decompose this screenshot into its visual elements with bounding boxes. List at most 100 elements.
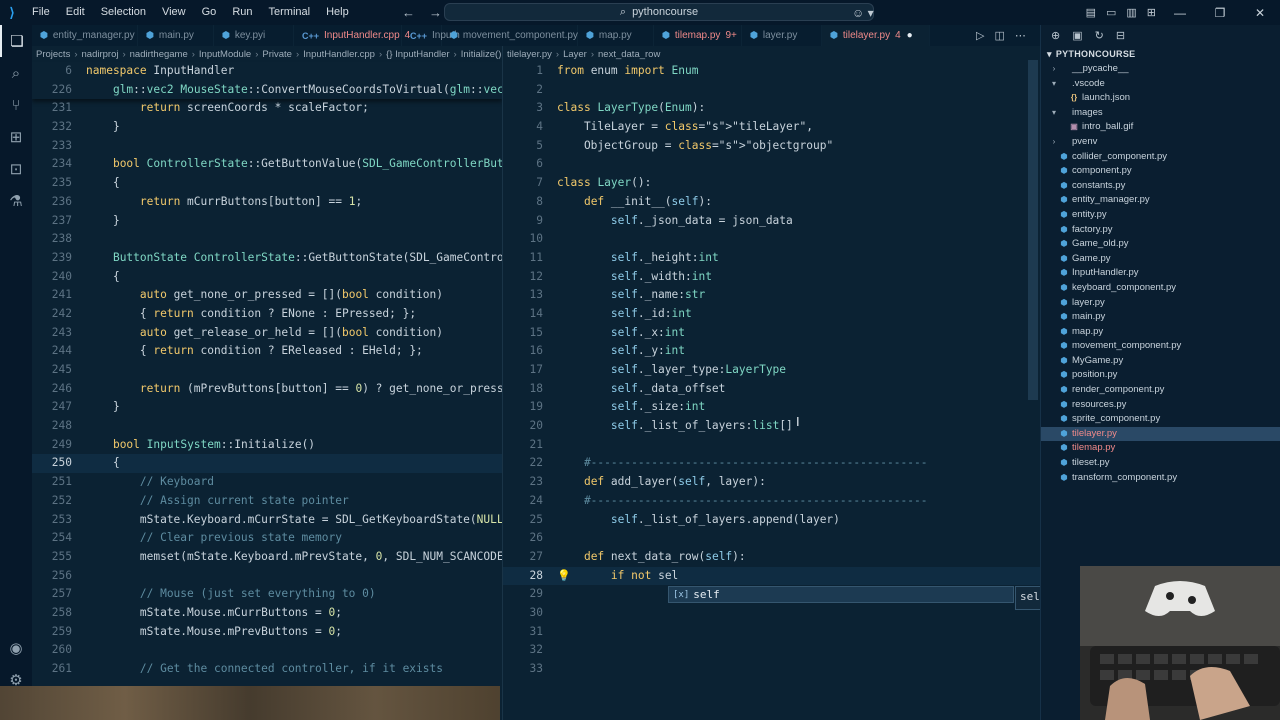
code-line[interactable]: 11 self._height:int <box>503 249 1040 268</box>
remote-explorer-icon[interactable]: ⊡ <box>0 153 32 185</box>
breadcrumb-item[interactable]: {} InputHandler <box>386 49 449 60</box>
toggle-panel-icon[interactable]: ▭ <box>1106 6 1116 19</box>
code-line[interactable]: 250 { <box>32 454 502 474</box>
code-line[interactable]: 252 // Assign current state pointer <box>32 492 502 511</box>
breadcrumb-item[interactable]: Private <box>262 49 292 60</box>
folder-item[interactable]: ▾ .vscode <box>1041 77 1280 92</box>
menu-item-file[interactable]: File <box>24 0 58 25</box>
code-line[interactable]: 243 auto get_release_or_held = [](bool c… <box>32 324 502 343</box>
close-icon[interactable]: ✕ <box>1240 0 1280 25</box>
code-line[interactable]: 236 return mCurrButtons[button] == 1; <box>32 193 502 212</box>
file-item[interactable]: ⬢ position.py <box>1041 368 1280 383</box>
code-line[interactable]: 13 self._name:str <box>503 286 1040 305</box>
lightbulb-icon[interactable]: 💡 <box>557 567 571 586</box>
menu-item-help[interactable]: Help <box>318 0 357 25</box>
code-line[interactable]: 247 } <box>32 398 502 417</box>
more-actions-icon[interactable]: ⋯ <box>1015 29 1026 42</box>
tab-layer-py[interactable]: ⬢ layer.py <box>742 25 822 46</box>
code-line[interactable]: 20 self._list_of_layers:list[] <box>503 417 1040 436</box>
file-item[interactable]: ⬢ transform_component.py <box>1041 471 1280 486</box>
left-editor-group[interactable]: Projects › nadirproj › nadirthegame › InputMod… <box>32 46 502 720</box>
file-item[interactable]: ⬢ keyboard_component.py <box>1041 281 1280 296</box>
menu-item-selection[interactable]: Selection <box>93 0 154 25</box>
code-line[interactable]: 14 self._id:int <box>503 305 1040 324</box>
account-icon[interactable]: ◉ <box>0 632 32 664</box>
breadcrumb-item[interactable]: InputModule <box>199 49 251 60</box>
source-control-icon[interactable]: ⑂ <box>0 89 32 121</box>
code-line[interactable]: 12 self._width:int <box>503 268 1040 287</box>
code-line[interactable]: 18 self._data_offset <box>503 380 1040 399</box>
folder-item[interactable]: › __pycache__ <box>1041 62 1280 77</box>
code-line[interactable]: 17 self._layer_type:LayerType <box>503 361 1040 380</box>
code-line[interactable]: 239 ButtonState ControllerState::GetButt… <box>32 249 502 268</box>
unsaved-dot-icon[interactable]: ● <box>907 30 913 41</box>
file-item[interactable]: ⬢ render_component.py <box>1041 383 1280 398</box>
file-item[interactable]: ⬢ movement_component.py <box>1041 339 1280 354</box>
file-item[interactable]: ⬢ InputHandler.py <box>1041 266 1280 281</box>
code-line[interactable]: 25 self._list_of_layers.append(layer) <box>503 511 1040 530</box>
file-item[interactable]: ⬢ Game_old.py <box>1041 237 1280 252</box>
code-line[interactable]: 260 <box>32 641 502 660</box>
folder-item[interactable]: › pvenv <box>1041 135 1280 150</box>
file-item[interactable]: ⬢ main.py <box>1041 310 1280 325</box>
testing-icon[interactable]: ⚗ <box>0 185 32 217</box>
folder-item[interactable]: ▾ images <box>1041 106 1280 121</box>
code-line[interactable]: 6 <box>503 155 1040 174</box>
code-line[interactable]: 235 { <box>32 174 502 193</box>
code-line[interactable]: 6 namespace InputHandler <box>32 62 502 81</box>
file-item[interactable]: ⬢ resources.py <box>1041 398 1280 413</box>
breadcrumb-item[interactable]: InputHandler.cpp <box>303 49 375 60</box>
tab-main-py[interactable]: ⬢ main.py <box>138 25 214 46</box>
code-line[interactable]: 10 <box>503 230 1040 249</box>
file-item[interactable]: ⬢ entity_manager.py <box>1041 193 1280 208</box>
code-line[interactable]: 24 #------------------------------------… <box>503 492 1040 511</box>
code-line[interactable]: 1 from enum import Enum <box>503 62 1040 81</box>
file-item[interactable]: ⬢ sprite_component.py <box>1041 412 1280 427</box>
code-line[interactable]: 249 bool InputSystem::Initialize() <box>32 436 502 455</box>
collapse-all-icon[interactable]: ⊟ <box>1116 29 1125 42</box>
code-line[interactable]: 2 <box>503 81 1040 100</box>
code-line[interactable]: 32 <box>503 641 1040 660</box>
tab-movement-component-py[interactable]: ⬢ movement_component.py <box>442 25 578 46</box>
command-center[interactable]: ⌕ pythoncourse <box>444 3 874 21</box>
extensions-icon[interactable]: ⊞ <box>0 121 32 153</box>
code-line[interactable]: 251 // Keyboard <box>32 473 502 492</box>
tab-tilelayer-py[interactable]: ⬢ tilelayer.py 4 ● <box>822 25 930 46</box>
file-item[interactable]: ⬢ entity.py <box>1041 208 1280 223</box>
tab-entity-manager-py[interactable]: ⬢ entity_manager.py <box>32 25 138 46</box>
code-line[interactable]: 15 self._x:int <box>503 324 1040 343</box>
code-line[interactable]: 26 <box>503 529 1040 548</box>
menu-item-terminal[interactable]: Terminal <box>261 0 319 25</box>
menu-item-run[interactable]: Run <box>224 0 260 25</box>
code-line[interactable]: 4 TileLayer = class="s">"tileLayer", <box>503 118 1040 137</box>
breadcrumb-item[interactable]: next_data_row <box>598 49 660 60</box>
explorer-root[interactable]: ▾ PYTHONCOURSE <box>1041 46 1280 62</box>
menu-item-edit[interactable]: Edit <box>58 0 93 25</box>
code-line[interactable]: 238 <box>32 230 502 249</box>
file-item[interactable]: {} launch.json <box>1041 91 1280 106</box>
code-line[interactable]: 259 mState.Mouse.mPrevButtons = 0; <box>32 623 502 642</box>
tab-key-pyi[interactable]: ⬢ key.pyi <box>214 25 294 46</box>
breadcrumb-item[interactable]: Projects <box>36 49 70 60</box>
right-editor-group[interactable]: tilelayer.py › Layer › next_data_row 1 from e… <box>502 46 1040 720</box>
code-line[interactable]: 30 <box>503 604 1040 623</box>
code-line[interactable]: 21 <box>503 436 1040 455</box>
code-line[interactable]: 28 if not sel 💡 <box>503 566 1040 586</box>
file-item[interactable]: ⬢ collider_component.py <box>1041 150 1280 165</box>
minimize-icon[interactable]: — <box>1160 0 1200 25</box>
menu-item-go[interactable]: Go <box>194 0 225 25</box>
code-line[interactable]: 245 <box>32 361 502 380</box>
code-line[interactable]: 246 return (mPrevButtons[button] == 0) ?… <box>32 380 502 399</box>
code-line[interactable]: 231 return screenCoords * scaleFactor; <box>32 99 502 118</box>
menu-item-view[interactable]: View <box>154 0 194 25</box>
code-line[interactable]: 253 mState.Keyboard.mCurrState = SDL_Get… <box>32 511 502 530</box>
code-view[interactable]: 6 namespace InputHandler 226 glm::vec2 Mou… <box>32 62 502 679</box>
code-line[interactable]: 241 auto get_none_or_pressed = [](bool c… <box>32 286 502 305</box>
suggest-item[interactable]: [x] self <box>668 586 1014 603</box>
code-line[interactable]: 232 } <box>32 118 502 137</box>
code-line[interactable]: 261 // Get the connected controller, if … <box>32 660 502 679</box>
file-item[interactable]: ⬢ layer.py <box>1041 296 1280 311</box>
code-line[interactable]: 23 def add_layer(self, layer): <box>503 473 1040 492</box>
breadcrumb-item[interactable]: nadirthegame <box>130 49 188 60</box>
code-line[interactable]: 19 self._size:int <box>503 398 1040 417</box>
